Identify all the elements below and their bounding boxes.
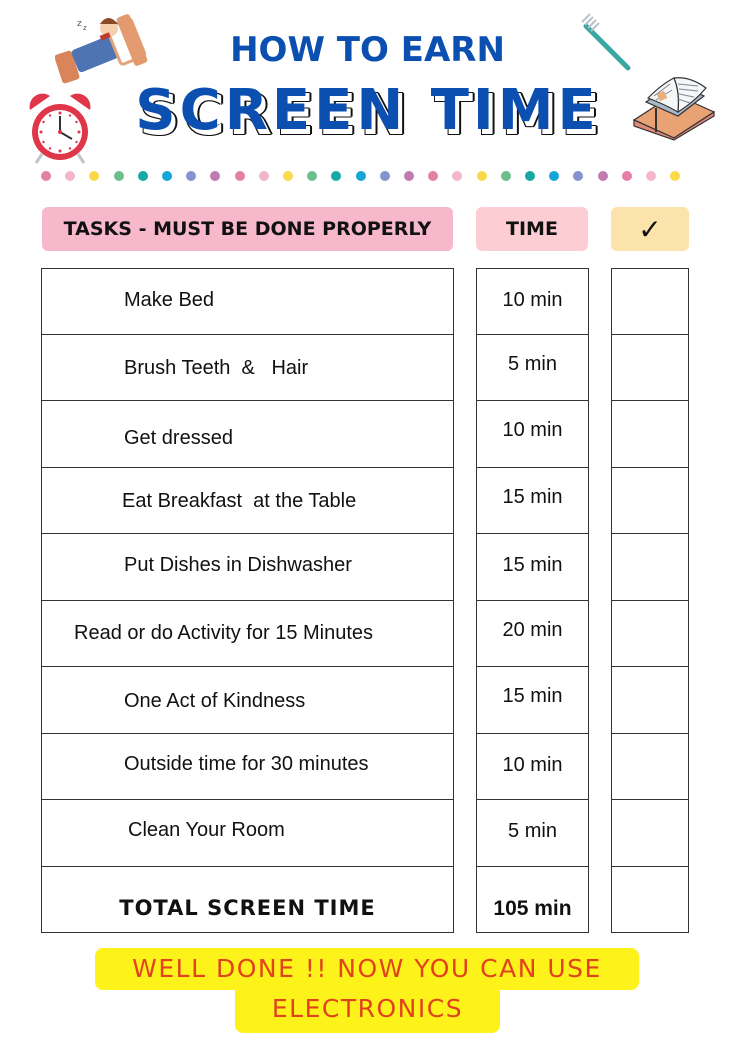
decorative-dot xyxy=(670,171,681,181)
decorative-dot xyxy=(597,171,608,181)
decorative-dot xyxy=(573,171,584,181)
task-cell: Eat Breakfast at the Table xyxy=(41,467,454,534)
task-label: Get dressed xyxy=(124,427,233,449)
check-box-act-of-kindness[interactable] xyxy=(611,667,689,734)
time-column-header: TIME xyxy=(476,207,588,251)
decorative-dot xyxy=(137,171,148,181)
decorative-dot xyxy=(113,171,124,181)
time-column: 10 min 5 min 10 min 15 min 15 min 20 min… xyxy=(476,268,589,933)
task-cell: Clean Your Room xyxy=(41,800,454,867)
decorative-dot xyxy=(621,171,632,181)
time-cell: 15 min xyxy=(476,667,589,734)
check-box-eat-breakfast[interactable] xyxy=(611,467,689,534)
time-value: 15 min xyxy=(502,485,563,508)
decorative-dot xyxy=(258,171,269,181)
time-value: 10 min xyxy=(502,289,563,311)
time-cell: 10 min xyxy=(476,268,589,335)
tasks-column: Make Bed Brush Teeth & Hair Get dressed … xyxy=(41,268,454,933)
tasks-column-header: TASKS - MUST BE DONE PROPERLY xyxy=(42,207,453,251)
time-cell: 15 min xyxy=(476,467,589,534)
total-label-cell: TOTAL SCREEN TIME xyxy=(41,866,454,933)
task-label: Make Bed xyxy=(124,289,215,311)
task-label: Eat Breakfast at the Table xyxy=(122,489,357,512)
decorative-dot xyxy=(162,171,172,181)
task-cell: Brush Teeth & Hair xyxy=(41,334,454,401)
task-cell: Put Dishes in Dishwasher xyxy=(41,534,454,601)
decorative-dot xyxy=(331,171,342,181)
decorative-dot xyxy=(476,171,487,181)
time-cell: 10 min xyxy=(476,733,589,800)
check-box-brush-teeth-hair[interactable] xyxy=(611,334,689,401)
svg-text:z: z xyxy=(77,19,82,29)
time-cell: 5 min xyxy=(476,334,589,401)
check-box-clean-room[interactable] xyxy=(611,800,689,867)
total-label: TOTAL SCREEN TIME xyxy=(119,895,376,920)
footer-message-line-2: ELECTRONICS xyxy=(271,994,464,1023)
time-value: 20 min xyxy=(502,618,563,641)
task-label: Outside time for 30 minutes xyxy=(124,752,369,775)
total-time-cell: 105 min xyxy=(476,866,589,933)
decorative-dot xyxy=(646,171,656,181)
decorative-dot xyxy=(186,171,197,181)
task-label: Put Dishes in Dishwasher xyxy=(124,554,352,576)
check-box-make-bed[interactable] xyxy=(611,268,689,335)
decorative-dot xyxy=(549,171,560,181)
decorative-dot xyxy=(500,171,511,181)
check-box-outside-time[interactable] xyxy=(611,733,689,800)
checkbox-column xyxy=(611,268,689,933)
task-cell: Read or do Activity for 15 Minutes xyxy=(41,600,454,667)
check-box-read-activity[interactable] xyxy=(611,600,689,667)
time-value: 5 min xyxy=(508,352,557,375)
decorative-dot-row xyxy=(40,168,700,184)
decorative-dot xyxy=(404,171,414,181)
decorative-dot xyxy=(525,171,535,181)
subtitle-how-to-earn: HOW TO EARN xyxy=(230,30,505,70)
decorative-dot xyxy=(452,171,463,181)
decorative-dot xyxy=(307,171,318,181)
time-cell: 20 min xyxy=(476,600,589,667)
decorative-dot xyxy=(41,171,51,181)
time-cell: 15 min xyxy=(476,534,589,601)
footer-message-line-1: WELL DONE !! NOW YOU CAN USE xyxy=(132,954,602,983)
task-cell: Outside time for 30 minutes xyxy=(41,733,454,800)
task-label: Clean Your Room xyxy=(128,819,285,841)
time-cell: 5 min xyxy=(476,800,589,867)
time-value: 10 min xyxy=(502,753,563,776)
check-box-get-dressed[interactable] xyxy=(611,401,689,468)
total-time-value: 105 min xyxy=(493,896,572,920)
task-label: One Act of Kindness xyxy=(124,690,306,712)
decorative-dot xyxy=(379,171,390,181)
task-cell: Get dressed xyxy=(41,401,454,468)
decorative-dot xyxy=(65,171,76,181)
checkmark-column-header: ✓ xyxy=(611,207,689,251)
time-value: 5 min xyxy=(508,820,557,842)
checkmark-icon: ✓ xyxy=(638,212,662,246)
decorative-dot xyxy=(89,171,100,181)
task-cell: One Act of Kindness xyxy=(41,667,454,734)
task-cell: Make Bed xyxy=(41,268,454,335)
task-label: Read or do Activity for 15 Minutes xyxy=(74,621,374,644)
task-label: Brush Teeth & Hair xyxy=(124,356,309,379)
time-cell: 10 min xyxy=(476,401,589,468)
page-title-screen-time: SCREEN TIME xyxy=(135,78,600,143)
decorative-dot xyxy=(283,171,293,181)
decorative-dot xyxy=(210,171,221,181)
decorative-dot xyxy=(234,171,245,181)
check-box-put-dishes[interactable] xyxy=(611,534,689,601)
decorative-dot xyxy=(428,171,439,181)
time-value: 15 min xyxy=(502,685,563,707)
time-value: 10 min xyxy=(502,419,563,441)
check-box-total[interactable] xyxy=(611,866,689,933)
decorative-dot xyxy=(355,171,366,181)
time-value: 15 min xyxy=(502,554,563,576)
